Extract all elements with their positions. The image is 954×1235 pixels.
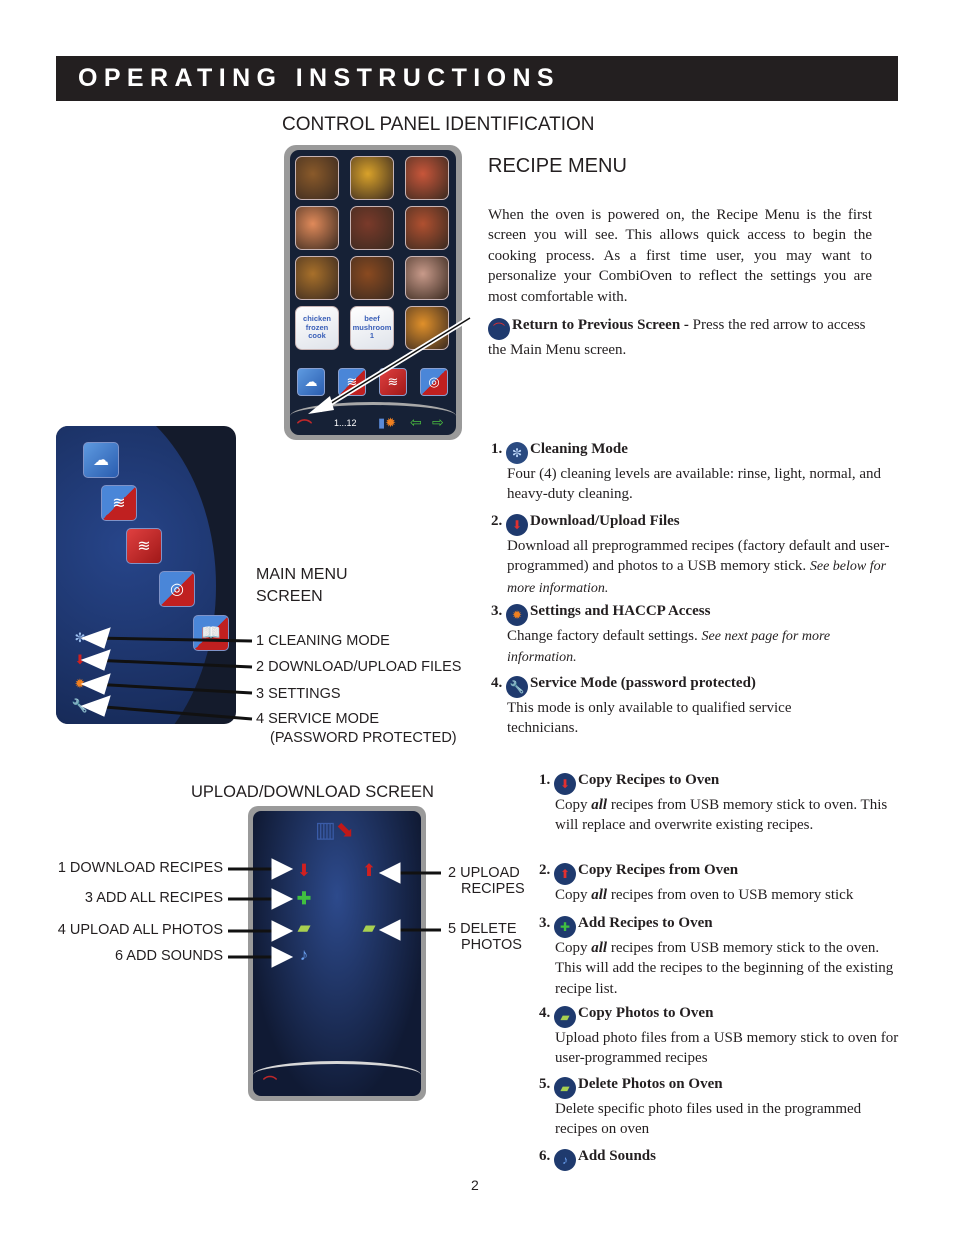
settings-gear-icon[interactable]: ✹ [70, 676, 90, 692]
callout-add-sounds: 6 ADD SOUNDS [115, 948, 223, 964]
service-wrench-icon: 🔧 [506, 676, 528, 698]
add-recipes-icon: ✚ [554, 916, 576, 938]
recipe-tile-roast-meat[interactable] [405, 256, 449, 300]
delete-photos-icon: ▰ [554, 1077, 576, 1099]
convection-mode-button[interactable]: ≋ [379, 368, 407, 396]
upload-recipes-icon[interactable]: ⬆ [356, 859, 382, 883]
recipe-menu-heading: RECIPE MENU [488, 155, 627, 177]
page-number: 2 [471, 1177, 479, 1193]
recipe-tile-cookies[interactable] [295, 256, 339, 300]
main-menu-item-1: 1. ✼ Cleaning Mode Four (4) cleaning leve… [491, 441, 882, 503]
download-upload-icon[interactable]: ⬇ [70, 652, 90, 668]
recipe-tile-wings[interactable] [350, 256, 394, 300]
copy-recipes-to-oven-icon: ⬇ [554, 773, 576, 795]
upload-download-heading: UPLOAD/DOWNLOAD SCREEN [191, 783, 434, 801]
recipe-tile-text[interactable]: beef mushroom 1 [350, 306, 394, 350]
arrow-right-icon[interactable]: ⇨ [432, 414, 444, 431]
combi-mode-button[interactable]: ≋ [338, 368, 366, 396]
upload-item-2: 2. ⬆ Copy Recipes from Oven Copy all recip… [539, 862, 854, 903]
main-menu-label: MAIN MENU SCREEN [256, 566, 348, 605]
recipe-tile-pasta[interactable] [405, 306, 449, 350]
add-sounds-icon[interactable]: ♪ [291, 943, 317, 967]
upload-download-screen: ▥⬊ ⬇ ⬆ ✚ ▰ ▰ ♪ ⌒ [253, 811, 421, 1096]
upload-item-4: 4. ▰ Copy Photos to Oven Upload photo file… [539, 1005, 899, 1067]
copy-recipes-from-oven-icon: ⬆ [554, 863, 576, 885]
upload-photos-icon[interactable]: ▰ [291, 916, 317, 940]
add-all-recipes-icon[interactable]: ✚ [291, 887, 317, 911]
page-title: OPERATING INSTRUCTIONS [78, 64, 561, 92]
recipe-tile-pizza[interactable] [405, 156, 449, 200]
main-menu-item-2: 2. ⬇ Download/Upload Files Download all p… [491, 513, 890, 596]
upload-item-6: 6. ♪ Add Sounds [539, 1146, 899, 1171]
recipe-tile-salmon[interactable] [295, 206, 339, 250]
add-sounds-icon: ♪ [554, 1149, 576, 1171]
recipe-menu-screen: chicken frozen cook beef mushroom 1 ☁ ≋ ≋… [290, 150, 456, 437]
oven-transfer-icon: ▥⬊ [315, 817, 355, 842]
callout-download-upload: 2 DOWNLOAD/UPLOAD FILES [256, 659, 462, 675]
download-recipes-icon[interactable]: ⬇ [291, 859, 317, 883]
recipe-tile-shrimp[interactable] [405, 206, 449, 250]
page-indicator: 1...12 [334, 418, 357, 428]
steam-mode-button[interactable]: ☁ [297, 368, 325, 396]
callout-upload-recipes: 2 UPLOAD RECIPES [448, 865, 525, 897]
copy-photos-icon: ▰ [554, 1006, 576, 1028]
callout-settings: 3 SETTINGS [256, 686, 341, 702]
upload-item-3: 3. ✚ Add Recipes to Oven Copy all recipes … [539, 915, 894, 997]
return-arrow-icon[interactable]: ⌒ [297, 416, 312, 437]
download-upload-icon: ⬇ [506, 514, 528, 536]
arrow-left-icon[interactable]: ⇦ [410, 414, 422, 431]
delete-photos-icon[interactable]: ▰ [356, 916, 382, 940]
upload-item-1: 1. ⬇ Copy Recipes to Oven Copy all recipes… [539, 772, 888, 834]
convection-mode-button[interactable]: ≋ [126, 528, 162, 564]
recipe-tile-fries[interactable] [350, 156, 394, 200]
section-title: CONTROL PANEL IDENTIFICATION [282, 114, 595, 135]
low-temp-mode-button[interactable]: ◎ [159, 571, 195, 607]
main-menu-item-4: 4. 🔧 Service Mode (password protected) Th… [491, 675, 792, 737]
screen-divider [253, 1061, 421, 1078]
combi-mode-button[interactable]: ≋ [101, 485, 137, 521]
recipe-tile-text[interactable]: chicken frozen cook [295, 306, 339, 350]
service-wrench-icon[interactable]: 🔧 [70, 698, 90, 714]
cleaning-mode-icon: ✼ [506, 442, 528, 464]
callout-password-protected: (PASSWORD PROTECTED) [270, 730, 457, 746]
callout-upload-all-photos: 4 UPLOAD ALL PHOTOS [57, 922, 223, 938]
callout-add-all-recipes: 3 ADD ALL RECIPES [84, 890, 223, 906]
upload-item-5: 5. ▰ Delete Photos on Oven Delete specific… [539, 1076, 862, 1138]
main-menu-screen: ☁ ≋ ≋ ◎ 📖 ✼ ⬇ ✹ 🔧 [56, 426, 236, 724]
recipe-menu-intro: When the oven is powered on, the Recipe … [488, 207, 872, 305]
recipe-tile-roast-chicken[interactable] [295, 156, 339, 200]
return-arrow-icon[interactable]: ⌒ [263, 1073, 277, 1093]
callout-delete-photos: 5 DELETE PHOTOS [448, 921, 522, 953]
main-menu-item-3: 3. ✹ Settings and HACCP Access Change fac… [491, 603, 831, 666]
return-arrow-icon: ⌒ [488, 318, 510, 340]
low-temp-mode-button[interactable]: ◎ [420, 368, 448, 396]
recipe-book-settings-icon[interactable]: ▮✹ [378, 415, 396, 431]
callout-service-mode: 4 SERVICE MODE [256, 711, 380, 727]
recipe-tile-ribs[interactable] [350, 206, 394, 250]
recipe-book-button[interactable]: 📖 [193, 615, 229, 651]
callout-download-recipes: 1 DOWNLOAD RECIPES [57, 860, 223, 876]
cleaning-mode-icon[interactable]: ✼ [70, 630, 90, 646]
steam-mode-button[interactable]: ☁ [83, 442, 119, 478]
settings-gear-icon: ✹ [506, 604, 528, 626]
return-description: ⌒ Return to Previous Screen - Press the r… [488, 317, 866, 358]
callout-cleaning-mode: 1 CLEANING MODE [256, 633, 390, 649]
